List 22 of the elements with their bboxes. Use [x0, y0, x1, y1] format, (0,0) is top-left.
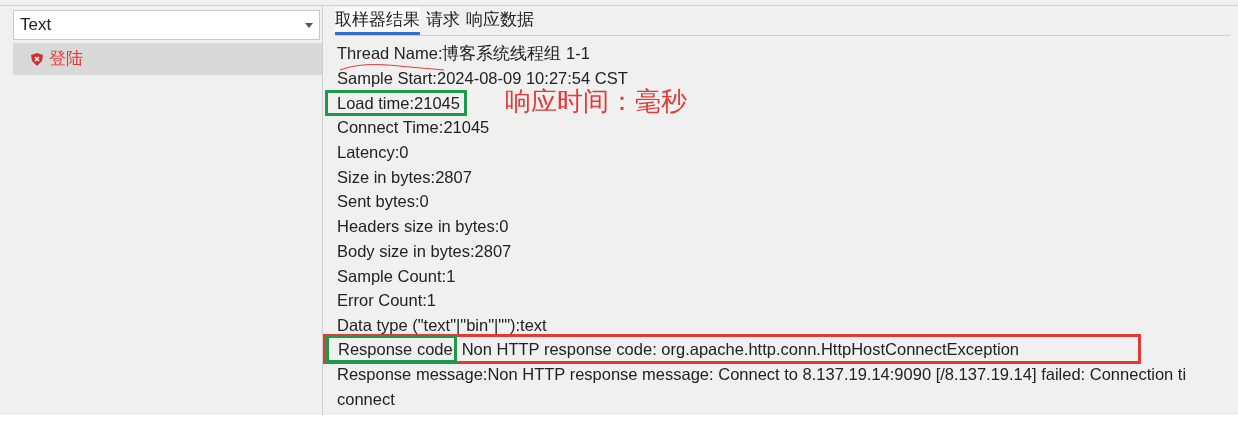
result-text: Sent bytes:0: [337, 191, 429, 212]
tab[interactable]: 请求: [426, 7, 460, 35]
result-text: Headers size in bytes:0: [337, 216, 509, 237]
result-text: Size in bytes:2807: [337, 166, 472, 187]
result-text: Body size in bytes:2807: [337, 240, 512, 261]
tab[interactable]: 响应数据: [466, 7, 534, 35]
tab[interactable]: 取样器结果: [335, 7, 420, 35]
result-text: Non HTTP response code: org.apache.http.conn.HttpHostConnectException: [461, 339, 1020, 361]
result-text: Data type ("text"|"bin"|""):text: [337, 314, 547, 335]
result-text: Response message:Non HTTP response message: Connect to 8.137.19.14:9090 [/8.137.19.14] failed: Connection ti: [337, 364, 1187, 385]
result-text: Thread Name:博客系统线程组 1-1: [337, 43, 590, 64]
result-text: Error Count:1: [337, 290, 437, 311]
result-text: connect: [337, 388, 395, 409]
annotation-note: 响应时间：毫秒: [504, 90, 687, 116]
result-text: Connect Time:21045: [337, 117, 490, 138]
result-text: Latency:0: [337, 142, 409, 163]
dropdown-arrow-icon: [305, 22, 313, 28]
result-label: Response code: [326, 335, 457, 364]
view-selector[interactable]: Text: [13, 10, 320, 40]
result-text: Load time:21045: [325, 89, 467, 116]
result-text: Sample Start:2024-08-09 10:27:54 CST: [337, 68, 628, 88]
result-text: Sample Count:1: [337, 265, 456, 286]
